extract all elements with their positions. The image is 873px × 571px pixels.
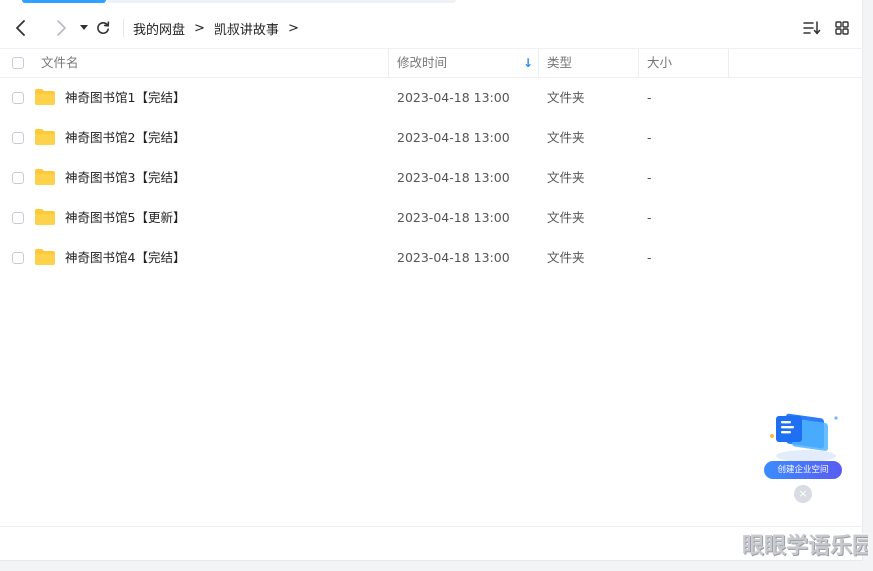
file-type: 文件夹 — [547, 130, 585, 145]
breadcrumb: 我的网盘 > 凯叔讲故事 > — [133, 19, 308, 38]
file-name[interactable]: 神奇图书馆4【完结】 — [65, 238, 185, 278]
folder-icon — [35, 89, 55, 105]
select-all-checkbox[interactable] — [12, 57, 24, 69]
table-row[interactable]: 神奇图书馆4【完结】 2023-04-18 13:00 文件夹 - — [0, 238, 863, 278]
file-type: 文件夹 — [547, 250, 585, 265]
active-tab-indicator — [22, 0, 106, 3]
computer-illustration-icon — [770, 413, 838, 462]
folder-icon — [35, 249, 55, 265]
file-name[interactable]: 神奇图书馆1【完结】 — [65, 78, 185, 118]
watermark-logo: 眼眼学语乐园 — [742, 534, 868, 559]
row-checkbox[interactable] — [12, 92, 24, 104]
tab-strip-background — [106, 0, 456, 3]
view-controls — [803, 8, 849, 48]
chevron-left-icon — [16, 20, 25, 36]
nav-divider — [123, 19, 124, 37]
row-checkbox[interactable] — [12, 172, 24, 184]
column-header-modified[interactable]: 修改时间 — [397, 49, 447, 77]
create-enterprise-space-button[interactable]: 创建企业空间 — [764, 461, 842, 479]
enterprise-space-promo[interactable]: 创建企业空间 × — [762, 404, 846, 504]
breadcrumb-item-current[interactable]: 凯叔讲故事 — [214, 19, 279, 38]
file-type: 文件夹 — [547, 90, 585, 105]
grid-view-button[interactable] — [835, 21, 849, 35]
file-modified-time: 2023-04-18 13:00 — [397, 130, 510, 145]
navigation-bar: 我的网盘 > 凯叔讲故事 > — [0, 8, 863, 48]
row-checkbox[interactable] — [12, 252, 24, 264]
refresh-icon — [97, 21, 110, 34]
breadcrumb-separator: > — [194, 20, 205, 36]
file-modified-time: 2023-04-18 13:00 — [397, 90, 510, 105]
refresh-button[interactable] — [93, 16, 113, 40]
table-row[interactable]: 神奇图书馆5【更新】 2023-04-18 13:00 文件夹 - — [0, 198, 863, 238]
row-checkbox[interactable] — [12, 212, 24, 224]
folder-icon — [35, 209, 55, 225]
file-name[interactable]: 神奇图书馆5【更新】 — [65, 198, 185, 238]
file-browser-panel: 我的网盘 > 凯叔讲故事 > 文件名 修改时间 ↓ 类型 大小 神奇图书馆1【完… — [0, 0, 863, 561]
breadcrumb-item-root[interactable]: 我的网盘 — [133, 19, 185, 38]
sort-menu-button[interactable] — [803, 21, 821, 35]
folder-icon — [35, 129, 55, 145]
file-type: 文件夹 — [547, 170, 585, 185]
sort-list-icon — [803, 21, 821, 35]
table-row[interactable]: 神奇图书馆3【完结】 2023-04-18 13:00 文件夹 - — [0, 158, 863, 198]
column-divider[interactable] — [728, 49, 729, 77]
column-header-size[interactable]: 大小 — [647, 49, 672, 77]
table-row[interactable]: 神奇图书馆1【完结】 2023-04-18 13:00 文件夹 - — [0, 78, 863, 118]
column-header-type[interactable]: 类型 — [547, 49, 572, 77]
sort-descending-icon[interactable]: ↓ — [523, 49, 533, 77]
caret-down-icon — [80, 25, 88, 30]
file-size: - — [647, 130, 652, 145]
folder-icon — [35, 169, 55, 185]
grid-view-icon — [835, 21, 849, 35]
chevron-right-icon — [57, 20, 66, 36]
breadcrumb-separator: > — [287, 20, 299, 36]
table-row[interactable]: 神奇图书馆2【完结】 2023-04-18 13:00 文件夹 - — [0, 118, 863, 158]
back-button[interactable] — [9, 16, 33, 40]
file-name[interactable]: 神奇图书馆3【完结】 — [65, 158, 185, 198]
footer-divider — [0, 526, 863, 527]
file-type: 文件夹 — [547, 210, 585, 225]
close-icon[interactable]: × — [794, 485, 812, 503]
file-name[interactable]: 神奇图书馆2【完结】 — [65, 118, 185, 158]
forward-button[interactable] — [49, 16, 73, 40]
column-divider[interactable] — [638, 49, 639, 77]
history-dropdown-button[interactable] — [77, 16, 91, 40]
column-header-name[interactable]: 文件名 — [41, 49, 79, 77]
column-divider[interactable] — [538, 49, 539, 77]
file-modified-time: 2023-04-18 13:00 — [397, 210, 510, 225]
row-checkbox[interactable] — [12, 132, 24, 144]
file-size: - — [647, 90, 652, 105]
file-size: - — [647, 170, 652, 185]
file-modified-time: 2023-04-18 13:00 — [397, 250, 510, 265]
column-divider[interactable] — [388, 49, 389, 77]
file-table-header: 文件名 修改时间 ↓ 类型 大小 — [0, 48, 863, 78]
file-modified-time: 2023-04-18 13:00 — [397, 170, 510, 185]
file-size: - — [647, 250, 652, 265]
file-size: - — [647, 210, 652, 225]
